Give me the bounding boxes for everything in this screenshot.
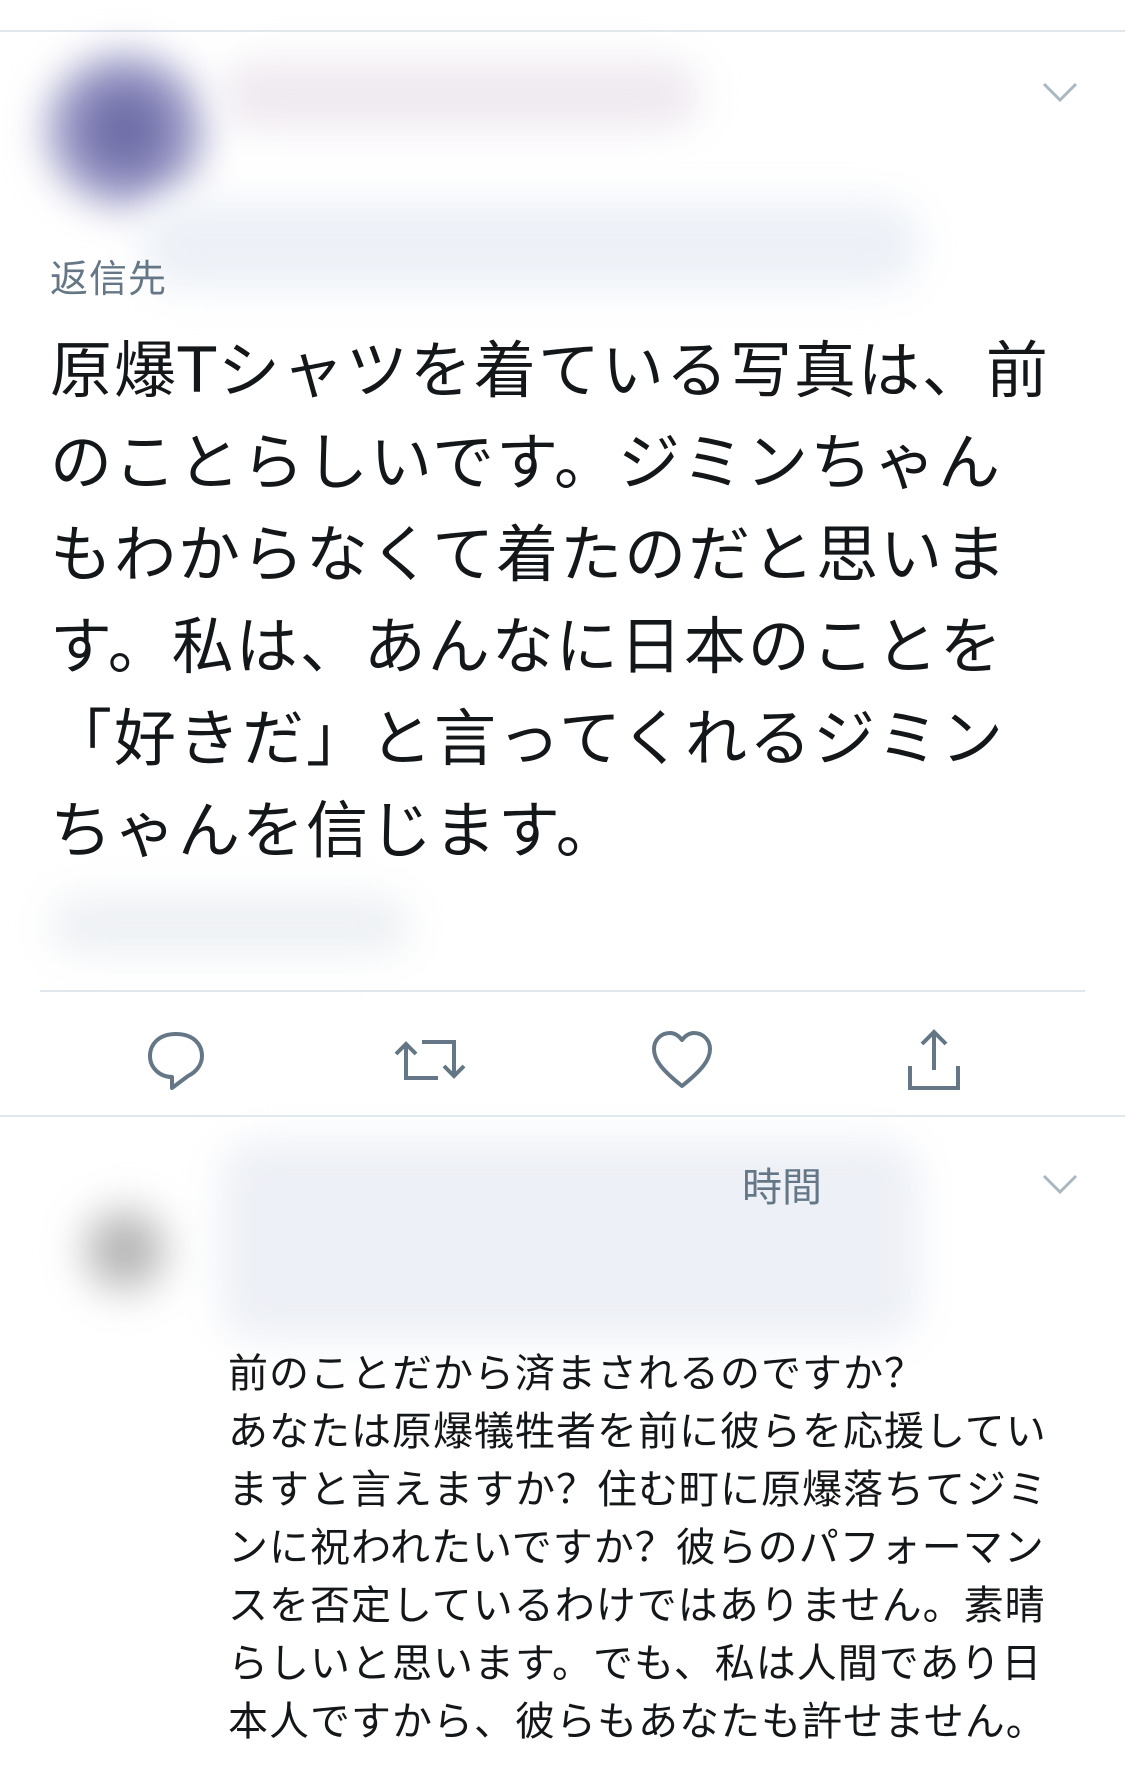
chevron-down-icon[interactable] <box>1040 80 1080 104</box>
avatar[interactable] <box>40 50 210 210</box>
reply-timestamp: 時間 <box>742 1165 822 1211</box>
retweet-icon[interactable] <box>390 1020 470 1100</box>
action-divider <box>40 990 1085 992</box>
reply-text-line: ますと言えますか？住む町に原爆落ちてジミ <box>228 1467 1048 1513</box>
reply-tweet-text: 前のことだから済まされるのですか？ あなたは原爆犠牲者を前に彼らを応援してい ま… <box>228 1345 1108 1751</box>
tweet-text-line: 原爆Tシャツを着ている写真は、前 <box>50 334 1050 407</box>
share-icon[interactable] <box>894 1020 974 1100</box>
reply-text-line: 本人ですから、彼らもあなたも許せません。 <box>228 1699 1047 1745</box>
reply-text-line: スを否定しているわけではありません。素晴 <box>228 1583 1046 1629</box>
reply-text-line: ンに祝われたいですか？彼らのパフォーマン <box>228 1525 1045 1571</box>
reply-text-line: あなたは原爆犠牲者を前に彼らを応援してい <box>228 1409 1047 1455</box>
author-handle-redacted <box>140 200 920 290</box>
reply-text-line: 前のことだから済まされるのですか？ <box>228 1351 925 1397</box>
reply-to-label: 返信先 <box>50 257 168 301</box>
tweet-text-line: 「好きだ」と言ってくれるジミン <box>50 702 1006 775</box>
tweet-actions <box>0 1020 1125 1100</box>
tweet-divider <box>0 1115 1125 1117</box>
timestamp-redacted <box>50 895 410 955</box>
tweet-text-line: ちゃんを信じます。 <box>50 794 620 867</box>
tweet-text-line: す。私は、あんなに日本のことを <box>50 610 1004 683</box>
tweet-text: 原爆Tシャツを着ている写真は、前 のことらしいです。ジミンちゃん もわからなくて… <box>50 325 1090 877</box>
heart-icon[interactable] <box>642 1020 722 1100</box>
tweet-text-line: もわからなくて着たのだと思いま <box>50 518 1009 591</box>
reply-text-line: らしいと思います。でも、私は人間であり日 <box>228 1641 1043 1687</box>
tweet-text-line: のことらしいです。ジミンちゃん <box>50 426 1002 499</box>
top-divider <box>0 30 1125 32</box>
reply-icon[interactable] <box>136 1020 216 1100</box>
reply-avatar[interactable] <box>75 1200 175 1300</box>
author-name-redacted[interactable] <box>220 60 700 130</box>
chevron-down-icon[interactable] <box>1040 1172 1080 1196</box>
